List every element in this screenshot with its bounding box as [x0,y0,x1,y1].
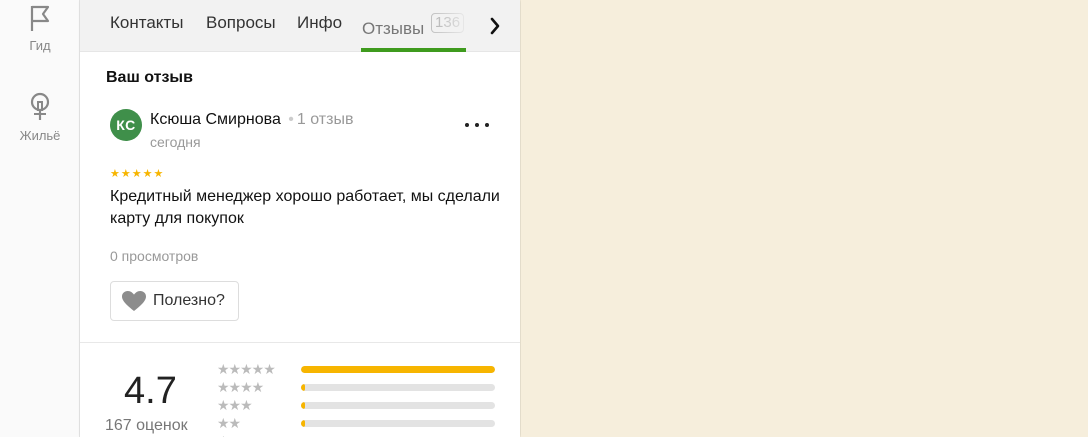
rating-row-stars: ★★★★ [217,379,264,395]
rating-bar-track [301,384,495,391]
tab-questions[interactable]: Вопросы [206,13,276,33]
rail-label-housing: Жильё [19,128,61,143]
tabs-next-button[interactable] [483,14,507,38]
review-views: 0 просмотров [110,248,199,264]
your-review-title: Ваш отзыв [106,69,193,86]
review-stars: ★★★★★ [110,168,165,180]
tab-reviews[interactable]: Отзывы 136 [362,13,465,39]
active-tab-indicator [361,48,466,52]
rating-row-2: ★★ [217,415,507,431]
author-review-count: 1 отзыв [296,111,354,128]
heart-icon [122,291,146,311]
more-dots-icon [465,123,469,127]
chevron-right-icon [490,17,500,35]
rating-row-1: ★ [217,433,507,437]
more-options-button[interactable] [465,118,489,132]
rating-row-stars: ★★★★★ [217,361,276,377]
rating-row-3: ★★★ [217,397,507,413]
review-author-line: Ксюша Смирнова • 1 отзыв [150,111,353,129]
review-text: Кредитный менеджер хорошо работает, мы с… [110,188,500,227]
rating-row-stars: ★★★ [217,397,253,413]
rating-bar-track [301,402,495,409]
house-tree-icon [30,92,50,120]
divider [80,342,520,343]
rating-row-5: ★★★★★ [217,361,507,377]
rating-bar-track [301,366,495,373]
rating-bar-fill [301,420,305,427]
ratings-count: 167 оценок [105,417,188,434]
rating-row-stars: ★ [217,433,230,437]
tab-bar: Контакты Вопросы Инфо Отзывы 136 [80,0,520,52]
rail-item-guide[interactable]: Гид [0,0,80,53]
average-rating: 4.7 [124,370,177,412]
rating-bar-fill [301,384,305,391]
map-area[interactable] [521,0,1088,437]
tab-contacts[interactable]: Контакты [110,13,183,33]
rail-item-housing[interactable]: Жильё [0,92,80,143]
avatar[interactable]: КС [110,109,142,141]
rating-bar-track [301,420,495,427]
helpful-label: Полезно? [153,292,225,309]
rail-label-guide: Гид [29,38,51,53]
review-date: сегодня [150,134,201,150]
rating-row-stars: ★★ [217,415,241,431]
left-rail: Гид Жильё [0,0,80,437]
reviews-count-badge: 136 [431,13,465,33]
rating-row-4: ★★★★ [217,379,507,395]
separator-dot: • [288,111,294,128]
tab-info[interactable]: Инфо [297,13,342,33]
tab-reviews-label: Отзывы [362,19,425,38]
author-name[interactable]: Ксюша Смирнова [150,111,281,128]
helpful-button[interactable]: Полезно? [110,281,239,321]
organization-panel: Контакты Вопросы Инфо Отзывы 136 Ваш отз… [80,0,520,437]
rating-bar-fill [301,366,495,373]
flag-icon [30,5,50,31]
rating-bar-fill [301,402,305,409]
